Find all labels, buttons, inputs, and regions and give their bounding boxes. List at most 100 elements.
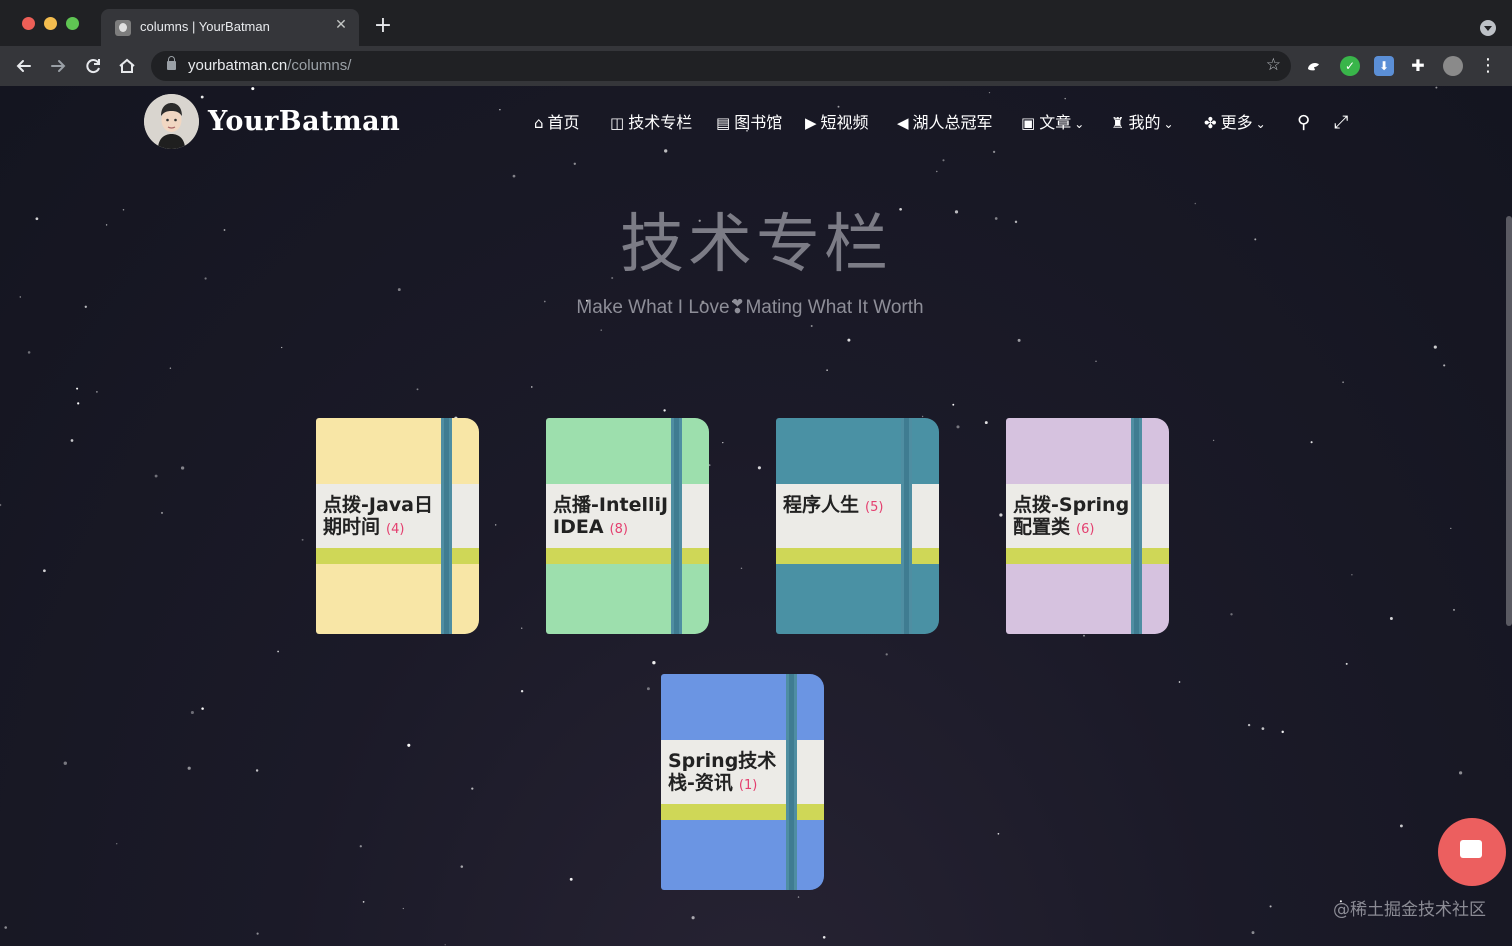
nav-item-7[interactable]: ✤ 更多 ⌄ — [1204, 113, 1266, 133]
card-stripe — [316, 548, 479, 564]
nav-item-6[interactable]: ♜ 我的 ⌄ — [1111, 113, 1174, 133]
star-dot — [573, 162, 576, 165]
home-button[interactable] — [116, 55, 138, 77]
star-dot — [201, 707, 204, 710]
nav-item-4[interactable]: ◀ 湖人总冠军 — [897, 113, 993, 133]
star-dot — [1247, 723, 1251, 727]
star-dot — [1399, 824, 1403, 828]
minimize-window-button[interactable] — [44, 17, 57, 30]
browser-menu-icon[interactable]: ⋮ — [1478, 56, 1498, 76]
star-dot — [1435, 86, 1438, 89]
star-dot — [200, 95, 204, 99]
nav-item-3[interactable]: ▶ 短视频 — [805, 113, 869, 133]
star-dot — [154, 474, 158, 478]
star-dot — [757, 466, 761, 470]
star-dot — [1064, 97, 1066, 100]
nav-item-1[interactable]: ◫ 技术专栏 — [610, 113, 692, 133]
nav-item-label: 我的 — [1128, 113, 1161, 132]
star-dot — [531, 386, 533, 388]
page-subtitle: Make What I Love❣Mating What It Worth — [576, 297, 924, 318]
star-dot — [691, 916, 695, 920]
maximize-window-button[interactable] — [66, 17, 79, 30]
url-path: /columns/ — [287, 57, 352, 74]
star-dot — [822, 936, 826, 939]
page-body: YourBatman ⌂ 首页 ◫ 技术专栏 ▤ 图书馆 ▶ 短视频 ◀ 湖人总冠军 ▣ 文章 ⌄ ♜ 我的… — [0, 86, 1512, 946]
column-card[interactable]: 程序人生 (5) — [776, 418, 939, 634]
home-icon — [119, 58, 135, 73]
nav-item-label: 湖人总冠军 — [912, 113, 993, 132]
column-count: (4) — [386, 522, 405, 537]
star-dot — [359, 845, 362, 848]
star-dot — [1342, 381, 1344, 384]
browser-tab[interactable]: columns | YourBatman ✕ — [101, 9, 359, 46]
star-dot — [0, 503, 2, 507]
column-title-text: 点拨-Spring配置类 — [1013, 494, 1130, 538]
star-dot — [1251, 931, 1255, 935]
address-bar[interactable]: yourbatman.cn/columns/ ☆ — [151, 51, 1291, 81]
star-dot — [1095, 360, 1097, 362]
nav-item-label: 首页 — [547, 113, 580, 132]
star-dot — [70, 439, 74, 442]
star-dot — [1261, 727, 1265, 730]
column-title: 点播-IntelliJ IDEA (8) — [553, 494, 673, 541]
column-card[interactable]: Spring技术栈-资讯 (1) — [661, 674, 824, 890]
new-tab-button[interactable]: + — [372, 15, 394, 37]
megaphone-icon: ◀ — [897, 114, 909, 132]
tab-search-button[interactable] — [1480, 20, 1496, 36]
favicon-icon — [115, 20, 131, 36]
star-dot — [4, 926, 7, 929]
star-dot — [444, 944, 446, 946]
extension-cloud-icon[interactable] — [1305, 56, 1325, 76]
site-logo-avatar[interactable] — [144, 94, 199, 149]
extensions-puzzle-icon[interactable]: ✚ — [1408, 56, 1428, 76]
column-card[interactable]: 点播-IntelliJ IDEA (8) — [546, 418, 709, 634]
extension-download-icon[interactable]: ⬇ — [1374, 56, 1394, 76]
tab-close-button[interactable]: ✕ — [333, 17, 349, 33]
column-title: 点拨-Java日期时间 (4) — [323, 494, 443, 541]
star-dot — [956, 425, 960, 429]
star-dot — [180, 466, 185, 470]
search-icon[interactable]: ⚲ — [1297, 113, 1310, 133]
bookmark-star-icon[interactable]: ☆ — [1266, 55, 1281, 75]
star-dot — [722, 441, 724, 444]
star-dot — [116, 843, 118, 845]
url-host: yourbatman.cn — [188, 57, 288, 74]
chat-button[interactable] — [1438, 818, 1506, 886]
star-dot — [27, 351, 31, 354]
arrow-right-icon — [51, 60, 66, 72]
close-window-button[interactable] — [22, 17, 35, 30]
star-dot — [43, 569, 46, 573]
column-card[interactable]: 点拨-Java日期时间 (4) — [316, 418, 479, 634]
url-text[interactable]: yourbatman.cn/columns/ — [188, 57, 351, 74]
star-dot — [1212, 439, 1215, 442]
home-icon: ⌂ — [534, 114, 544, 132]
back-button[interactable] — [13, 55, 35, 77]
star-dot — [810, 325, 813, 327]
nav-item-5[interactable]: ▣ 文章 ⌄ — [1021, 113, 1084, 133]
card-stripe — [661, 804, 824, 820]
column-count: (8) — [609, 522, 628, 537]
nav-item-2[interactable]: ▤ 图书馆 — [716, 113, 782, 133]
star-dot — [999, 513, 1003, 517]
extension-check-icon[interactable]: ✓ — [1340, 56, 1360, 76]
star-dot — [1389, 617, 1393, 620]
star-dot — [169, 367, 172, 369]
columns-icon: ◫ — [610, 114, 625, 132]
star-dot — [521, 627, 523, 629]
star-dot — [520, 689, 524, 693]
reload-button[interactable] — [82, 55, 104, 77]
star-dot — [1433, 345, 1437, 349]
forward-button[interactable] — [47, 55, 69, 77]
star-dot — [397, 288, 401, 292]
nav-item-0[interactable]: ⌂ 首页 — [534, 113, 580, 133]
column-count: (6) — [1076, 522, 1095, 537]
fullscreen-icon[interactable]: ⤢ — [1334, 113, 1348, 133]
column-card[interactable]: 点拨-Spring配置类 (6) — [1006, 418, 1169, 634]
column-title-text: 程序人生 — [783, 494, 860, 516]
star-dot — [942, 159, 945, 162]
site-title[interactable]: YourBatman — [208, 106, 400, 137]
column-title: Spring技术栈-资讯 (1) — [668, 750, 788, 797]
column-count: (1) — [738, 778, 758, 793]
scrollbar-thumb[interactable] — [1506, 216, 1512, 626]
profile-avatar[interactable] — [1443, 56, 1463, 76]
